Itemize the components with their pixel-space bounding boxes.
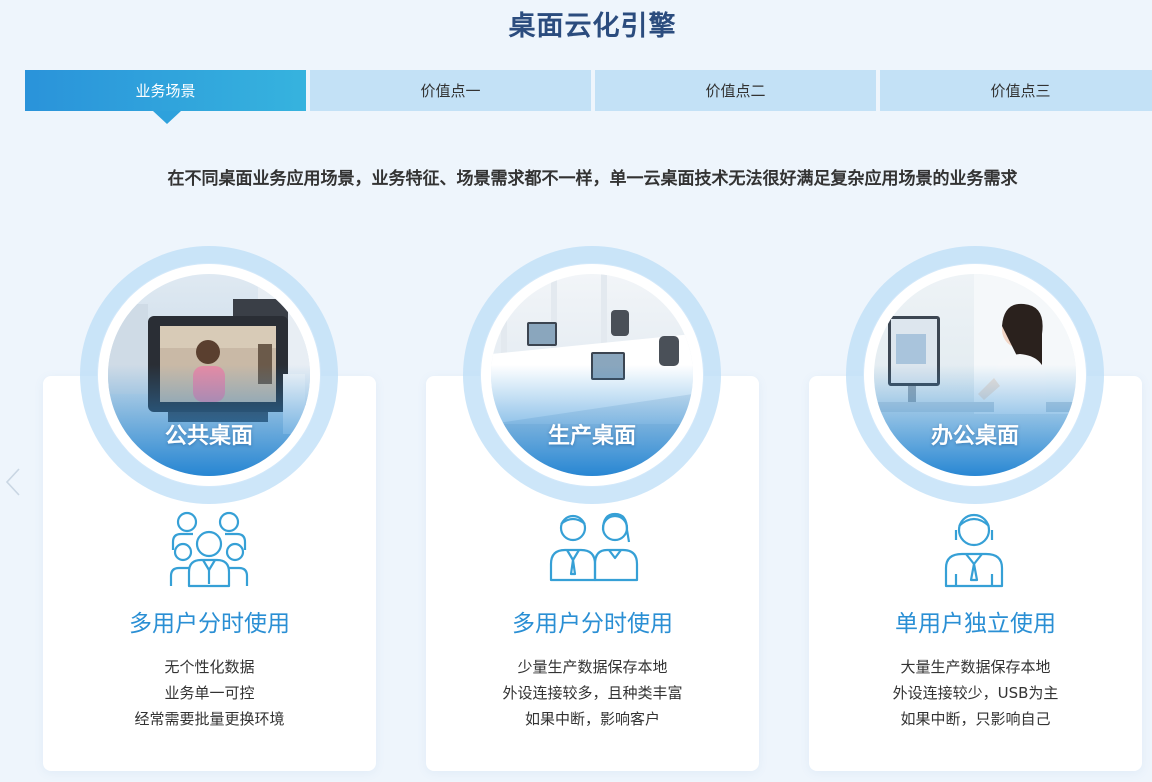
chevron-left-icon bbox=[5, 468, 20, 496]
usage-line: 如果中断，影响客户 bbox=[524, 710, 660, 728]
tab-label: 价值点一 bbox=[420, 82, 481, 100]
usage-line: 少量生产数据保存本地 bbox=[517, 658, 668, 676]
page: 桌面云化引擎 业务场景 价值点一 价值点二 价值点三 在不同桌面业务应用场景，业… bbox=[0, 0, 1152, 782]
tab-bar: 业务场景 价值点一 价值点二 价值点三 bbox=[25, 70, 1152, 124]
usage-title: 多用户分时使用 bbox=[129, 611, 290, 637]
photo-label: 生产桌面 bbox=[547, 424, 636, 449]
tab-value-point-3[interactable]: 价值点三 bbox=[880, 70, 1152, 111]
tab-value-point-1[interactable]: 价值点一 bbox=[310, 70, 591, 111]
scenario-subtitle: 在不同桌面业务应用场景，业务特征、场景需求都不一样，单一云桌面技术无法很好满足复… bbox=[167, 169, 1018, 189]
single-user-icon bbox=[944, 513, 1004, 588]
usage-title: 多用户分时使用 bbox=[512, 611, 673, 637]
usage-line: 大量生产数据保存本地 bbox=[900, 658, 1051, 676]
photo-office-desktop: 办公桌面 bbox=[874, 274, 1076, 476]
usage-description: 大量生产数据保存本地 外设连接较少，USB为主 如果中断，只影响自己 bbox=[809, 654, 1142, 732]
page-title: 桌面云化引擎 bbox=[508, 11, 677, 42]
tab-label: 价值点二 bbox=[705, 82, 766, 100]
usage-line: 业务单一可控 bbox=[164, 684, 255, 702]
user-group-icon bbox=[169, 511, 249, 588]
photo-label: 公共桌面 bbox=[164, 424, 253, 449]
photo-production-desktop: 生产桌面 bbox=[491, 274, 693, 476]
usage-line: 经常需要批量更换环境 bbox=[134, 710, 285, 728]
tab-value-point-2[interactable]: 价值点二 bbox=[595, 70, 876, 111]
usage-line: 如果中断，只影响自己 bbox=[900, 710, 1051, 728]
usage-title: 单用户独立使用 bbox=[895, 611, 1056, 637]
photo-public-desktop: 公共桌面 bbox=[108, 274, 310, 476]
carousel-prev-button[interactable] bbox=[4, 466, 22, 498]
photo-label: 办公桌面 bbox=[930, 424, 1019, 449]
usage-line: 外设连接较少，USB为主 bbox=[892, 684, 1059, 702]
usage-description: 少量生产数据保存本地 外设连接较多，且种类丰富 如果中断，影响客户 bbox=[426, 654, 759, 732]
tab-business-scenario[interactable]: 业务场景 bbox=[25, 70, 306, 124]
usage-line: 无个性化数据 bbox=[164, 658, 255, 676]
usage-line: 外设连接较多，且种类丰富 bbox=[502, 684, 683, 702]
tab-label: 业务场景 bbox=[135, 82, 196, 100]
two-users-icon bbox=[549, 512, 639, 582]
usage-description: 无个性化数据 业务单一可控 经常需要批量更换环境 bbox=[43, 654, 376, 732]
tab-label: 价值点三 bbox=[990, 82, 1051, 100]
